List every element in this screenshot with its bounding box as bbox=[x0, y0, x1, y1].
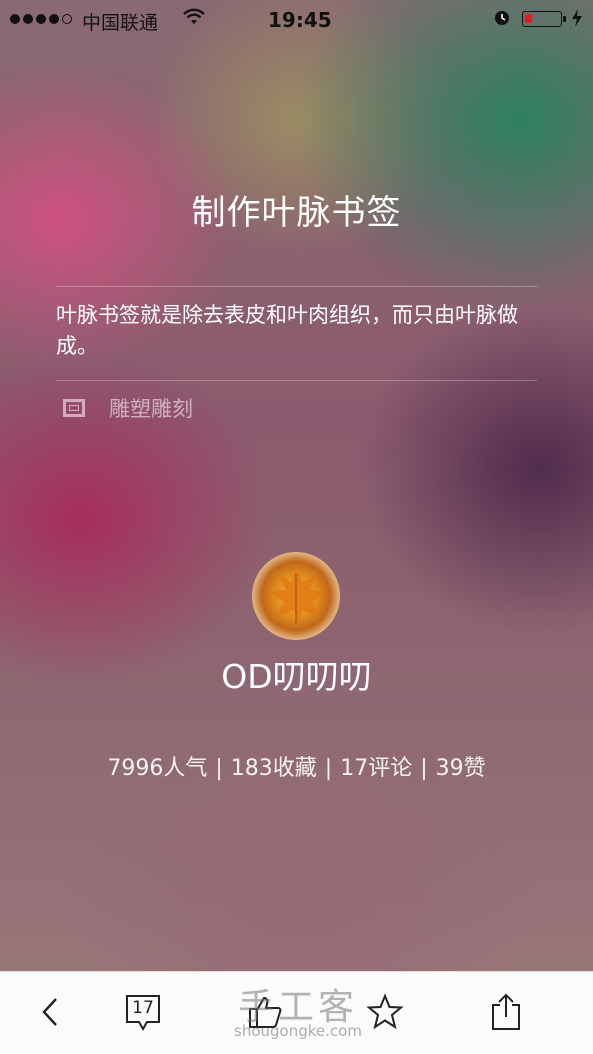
signal-strength-icon bbox=[10, 14, 72, 24]
favorite-button[interactable] bbox=[364, 990, 406, 1034]
description-divider bbox=[56, 380, 537, 381]
clock-time: 19:45 bbox=[268, 8, 332, 32]
project-title: 制作叶脉书签 bbox=[191, 193, 402, 233]
stat-separator: | bbox=[420, 756, 428, 781]
back-button[interactable] bbox=[32, 990, 68, 1034]
alarm-icon bbox=[492, 7, 512, 32]
author-avatar[interactable] bbox=[252, 552, 340, 640]
stat-separator: | bbox=[324, 756, 333, 781]
comments-stat: 17评论 bbox=[340, 756, 413, 781]
battery-tip bbox=[563, 16, 566, 22]
favorites-stat: 183收藏 bbox=[230, 756, 317, 781]
battery-icon bbox=[522, 11, 562, 27]
blurred-background bbox=[0, 0, 593, 1053]
stat-separator: | bbox=[215, 756, 223, 781]
popularity-stat: 7996人气 bbox=[107, 756, 208, 781]
charging-icon bbox=[571, 8, 583, 32]
title-divider bbox=[56, 286, 537, 287]
bottom-toolbar: 17 bbox=[0, 971, 593, 1054]
status-bar: 中国联通 19:45 bbox=[0, 0, 593, 40]
like-button[interactable] bbox=[244, 990, 286, 1034]
likes-stat: 39赞 bbox=[435, 756, 486, 781]
share-icon bbox=[492, 993, 520, 1030]
maple-leaf-icon bbox=[270, 566, 326, 626]
author-name[interactable]: OD叨叨叨 bbox=[0, 650, 593, 698]
wifi-icon bbox=[183, 8, 205, 31]
chevron-left-icon bbox=[42, 998, 57, 1026]
frame-icon bbox=[63, 399, 85, 417]
project-description: 叶脉书签就是除去表皮和叶肉组织，而只由叶脉做成。 bbox=[56, 303, 518, 358]
thumbs-up-icon bbox=[249, 996, 282, 1028]
comment-count: 17 bbox=[132, 998, 154, 1018]
project-stats: 7996人气 | 183收藏 | 17评论 | 39赞 bbox=[0, 750, 593, 782]
comments-button[interactable]: 17 bbox=[120, 990, 166, 1034]
category-tag[interactable]: 雕塑雕刻 bbox=[63, 393, 193, 423]
category-label: 雕塑雕刻 bbox=[109, 397, 193, 421]
star-icon bbox=[366, 993, 404, 1030]
share-button[interactable] bbox=[486, 990, 526, 1034]
carrier-name: 中国联通 bbox=[82, 12, 159, 34]
battery-level bbox=[525, 14, 532, 23]
